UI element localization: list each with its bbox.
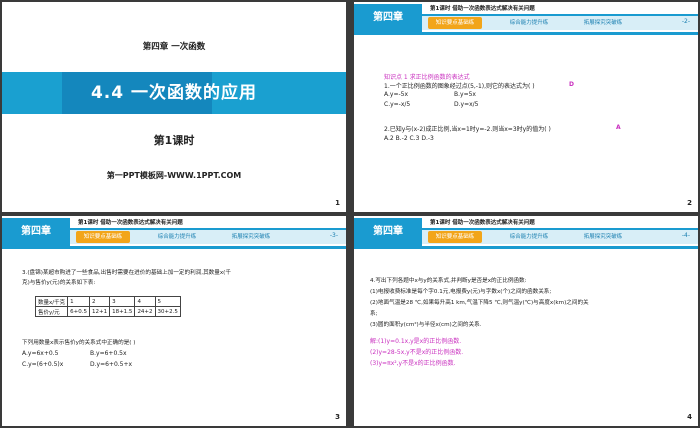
table-row: 数量x/千克 1 2 3 4 5 [34, 296, 181, 307]
question-3-line-3: 下列用数量x表示售价y的关系式中正确的是( ) [22, 340, 136, 346]
lesson-title: 4.4 一次函数的应用 [90, 83, 258, 103]
question-1-answer: D [569, 81, 574, 88]
chapter-badge: 第四章 [2, 218, 70, 246]
table-cell: 24+2 [134, 306, 156, 317]
question-2-options: A.2 B.-2 C.3 D.-3 [384, 135, 434, 142]
table-cell: 2 [88, 296, 111, 307]
price-table: 数量x/千克 1 2 3 4 5 售价y/元 6+0.5 12+1 18+1.5… [34, 296, 181, 317]
header-subtitle: 第1课时 借助一次函数表达式解决有关问题 [430, 6, 535, 12]
table-cell: 12+1 [88, 306, 111, 317]
table-row: 售价y/元 6+0.5 12+1 18+1.5 24+2 30+2.5 [34, 306, 181, 317]
question-2-answer: A [616, 124, 621, 131]
tab-extension[interactable]: 拓展探究突破练 [576, 17, 630, 29]
tab-basic[interactable]: 知识要点基础练 [428, 231, 482, 243]
knowledge-point: 知识点 1 求正比例函数的表达式 [384, 74, 470, 81]
table-cell: 3 [109, 296, 136, 307]
chapter-badge: 第四章 [354, 4, 422, 32]
option-c: C.y=(6+0.5)x [22, 361, 64, 368]
slide-2[interactable]: 第四章 第1课时 借助一次函数表达式解决有关问题 知识要点基础练 综合能力提升练… [354, 2, 698, 212]
tab-extension[interactable]: 拓展探究突破练 [224, 231, 278, 243]
question-3-line-1: 3.(盘锦)某超市购进了一些食品,出售时需要在进价的基础上加一定的利润,其数量x… [22, 270, 231, 276]
table-cell: 售价y/元 [34, 306, 69, 317]
site-watermark: 第一PPT模板网-WWW.1PPT.COM [106, 171, 242, 180]
chapter-badge: 第四章 [354, 218, 422, 246]
table-cell: 数量x/千克 [34, 296, 69, 307]
question-1-text: 1.一个正比例函数的图象经过点(5,-1),则它的表达式为( ) [384, 83, 535, 90]
page-indicator: -4- [681, 232, 690, 239]
option-c: C.y=-x/5 [384, 101, 411, 108]
chapter-heading: 第四章 一次函数 [142, 42, 206, 52]
question-4-part-2-cont: 系; [370, 311, 378, 317]
question-3-line-2: 克)与售价y(元)的关系如下表: [22, 280, 96, 286]
header-underline [354, 32, 698, 35]
slide-header: 第四章 第1课时 借助一次函数表达式解决有关问题 知识要点基础练 综合能力提升练… [2, 216, 346, 256]
option-a: A.y=6x+0.5 [22, 350, 59, 357]
slide-number: 3 [335, 413, 340, 421]
header-subtitle: 第1课时 借助一次函数表达式解决有关问题 [430, 220, 535, 226]
tab-comprehensive[interactable]: 综合能力提升练 [150, 231, 204, 243]
table-cell: 5 [154, 296, 181, 307]
option-d: D.y=x/5 [454, 101, 479, 108]
header-underline [354, 246, 698, 249]
tab-basic[interactable]: 知识要点基础练 [428, 17, 482, 29]
slide-header: 第四章 第1课时 借助一次函数表达式解决有关问题 知识要点基础练 综合能力提升练… [354, 2, 698, 42]
answer-3: (3)y=πx²,y不是x的正比例函数. [370, 360, 456, 367]
tab-basic[interactable]: 知识要点基础练 [76, 231, 130, 243]
slide-number: 2 [687, 199, 692, 207]
table-cell: 6+0.5 [67, 306, 90, 317]
slide-3[interactable]: 第四章 第1课时 借助一次函数表达式解决有关问题 知识要点基础练 综合能力提升练… [2, 216, 346, 426]
question-1: 1.一个正比例函数的图象经过点(5,-1),则它的表达式为( ) [384, 81, 535, 90]
option-d: D.y=6+0.5+x [90, 361, 133, 368]
table-cell: 1 [67, 296, 90, 307]
slide-1-title[interactable]: 第四章 一次函数 4.4 一次函数的应用 第1课时 第一PPT模板网-WWW.1… [2, 2, 346, 212]
table-cell: 30+2.5 [154, 306, 181, 317]
answer-2: (2)y=28-5x,y不是x的正比例函数. [370, 349, 464, 356]
tab-comprehensive[interactable]: 综合能力提升练 [502, 17, 556, 29]
header-underline [2, 246, 346, 249]
option-b: B.y=5x [454, 91, 476, 98]
option-b: B.y=6+0.5x [90, 350, 127, 357]
header-subtitle: 第1课时 借助一次函数表达式解决有关问题 [78, 220, 183, 226]
page-indicator: -2- [681, 18, 690, 25]
table-cell: 18+1.5 [109, 306, 136, 317]
answer-1: 解:(1)y=0.1x,y是x的正比例函数. [370, 338, 462, 345]
lesson-period: 第1课时 [153, 134, 195, 147]
question-4: 4.写出下列各题中x与y的关系式,并判断y是否是x的正比例函数: [370, 278, 527, 284]
slide-4[interactable]: 第四章 第1课时 借助一次函数表达式解决有关问题 知识要点基础练 综合能力提升练… [354, 216, 698, 426]
tab-extension[interactable]: 拓展探究突破练 [576, 231, 630, 243]
option-a: A.y=-5x [384, 91, 409, 98]
slide-number: 4 [687, 413, 692, 421]
table-cell: 4 [134, 296, 156, 307]
question-2: 2.已知y与(x-2)成正比例,当x=1时y=-2.则当x=3时y的值为( ) [384, 126, 551, 133]
page-indicator: -3- [329, 232, 338, 239]
question-4-part-3: (3)圆的面积y(cm²)与半径x(cm)之间的关系. [370, 322, 482, 328]
question-4-part-2: (2)地面气温是28 ℃,如果每升高1 km,气温下降5 ℃,则气温y(℃)与高… [370, 300, 589, 306]
question-4-part-1: (1)电报收费标准是每个字0.1元,电报费y(元)与字数x(个)之间的函数关系; [370, 289, 552, 295]
tab-comprehensive[interactable]: 综合能力提升练 [502, 231, 556, 243]
slide-number: 1 [335, 199, 340, 207]
slide-header: 第四章 第1课时 借助一次函数表达式解决有关问题 知识要点基础练 综合能力提升练… [354, 216, 698, 256]
